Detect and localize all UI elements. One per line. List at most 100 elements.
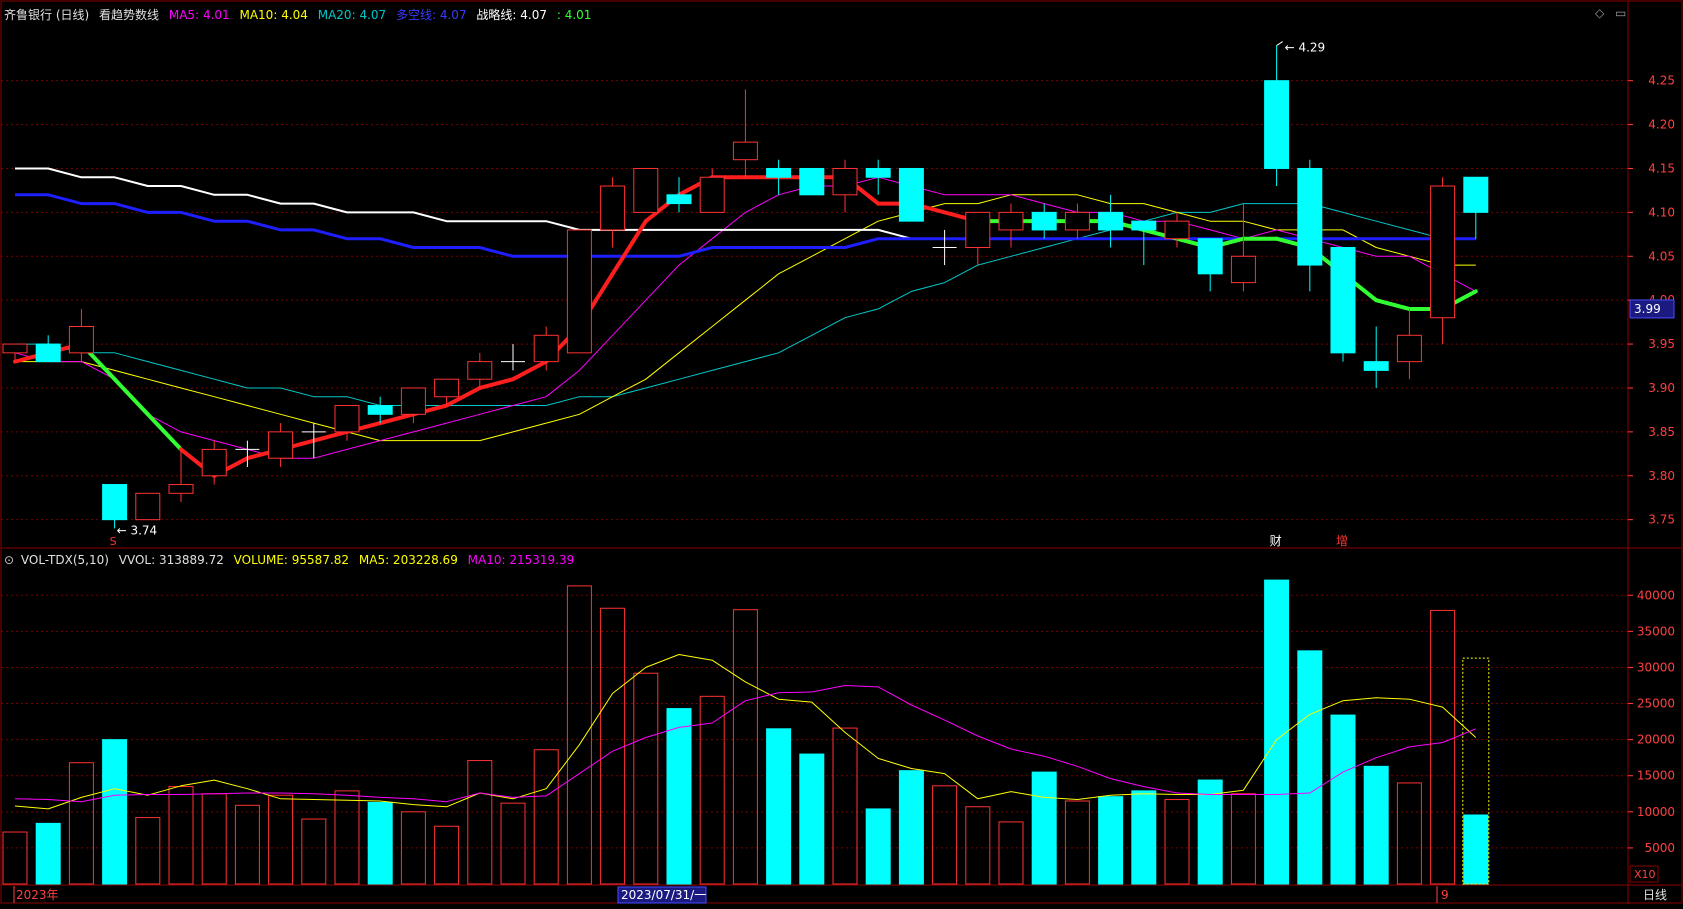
volume-bar[interactable] <box>201 793 227 885</box>
candle[interactable] <box>1363 326 1389 388</box>
kline-chart[interactable]: 4.254.204.154.104.054.003.953.903.853.80… <box>0 0 1683 905</box>
volume-bar[interactable] <box>168 786 194 885</box>
candle[interactable] <box>201 440 227 485</box>
candle[interactable] <box>467 352 493 388</box>
candle[interactable] <box>766 159 792 195</box>
volume-bar[interactable] <box>68 762 94 885</box>
volume-bar[interactable] <box>2 831 28 885</box>
volume-bar[interactable] <box>1064 800 1090 885</box>
volume-bar[interactable] <box>865 808 891 885</box>
candle[interactable] <box>666 177 692 213</box>
volume-bar[interactable] <box>268 794 294 885</box>
volume-bar[interactable] <box>666 708 692 885</box>
volume-bar[interactable] <box>234 804 260 885</box>
volume-bar[interactable] <box>35 822 61 885</box>
candle[interactable] <box>1430 177 1456 345</box>
volume-bar[interactable] <box>799 753 825 885</box>
volume-bar[interactable] <box>732 609 758 885</box>
candle[interactable] <box>1064 203 1090 239</box>
stock-title[interactable]: 齐鲁银行 (日线) <box>4 8 89 22</box>
diamond-icon[interactable]: ◇ <box>1595 6 1604 20</box>
candle[interactable] <box>600 177 626 248</box>
volume-bar[interactable] <box>1430 609 1456 885</box>
candle[interactable] <box>865 159 891 195</box>
volume-bar[interactable] <box>1463 814 1489 885</box>
ma20-line <box>15 203 1476 406</box>
candle[interactable] <box>268 423 294 467</box>
chart-stage[interactable]: 4.254.204.154.104.054.003.953.903.853.80… <box>0 0 1683 905</box>
candle[interactable] <box>135 492 161 521</box>
candle[interactable] <box>998 203 1024 248</box>
volume-bar[interactable] <box>600 607 626 885</box>
candles-layer <box>2 45 1489 529</box>
volume-bar[interactable] <box>766 728 792 885</box>
volume-bar[interactable] <box>998 821 1024 885</box>
grid-layer <box>0 0 1683 904</box>
candle[interactable] <box>35 335 61 363</box>
candle[interactable] <box>566 229 592 354</box>
volume-bar[interactable] <box>500 802 526 885</box>
candle-body <box>1031 211 1057 231</box>
candle[interactable] <box>1230 203 1256 292</box>
candle-body <box>633 167 659 213</box>
volume-bar[interactable] <box>1363 765 1389 885</box>
volume-indicator-name[interactable]: VOL-TDX(5,10) <box>21 553 109 567</box>
volume-bar[interactable] <box>1330 714 1356 885</box>
price-axis-label: 4.05 <box>1648 249 1675 263</box>
marker-cai[interactable]: 财 <box>1270 534 1282 548</box>
volume-bar[interactable] <box>1396 782 1422 885</box>
candle[interactable] <box>832 159 858 213</box>
candle[interactable] <box>1463 176 1489 239</box>
volume-bar[interactable] <box>633 672 659 885</box>
candle[interactable] <box>898 167 924 222</box>
x-axis-year-label: 2023年 <box>16 888 59 902</box>
volume-bar[interactable] <box>832 727 858 885</box>
marker-s[interactable]: S <box>110 535 117 548</box>
volume-bar[interactable] <box>434 825 460 885</box>
candle[interactable] <box>1264 45 1290 187</box>
candle[interactable] <box>1330 246 1356 362</box>
volume-bar[interactable] <box>965 806 991 885</box>
candle[interactable] <box>799 167 825 196</box>
candle[interactable] <box>301 423 326 459</box>
volume-bar[interactable] <box>467 760 493 885</box>
window-icon[interactable]: ▭ <box>1615 6 1626 20</box>
price-axis-label: 4.15 <box>1648 161 1675 175</box>
candle[interactable] <box>732 89 758 178</box>
volume-bar[interactable] <box>135 817 161 885</box>
volume-bar[interactable] <box>898 770 924 885</box>
candle[interactable] <box>1031 203 1057 239</box>
candle[interactable] <box>501 344 525 371</box>
volume-bar[interactable] <box>1131 790 1157 885</box>
volume-bar[interactable] <box>301 818 327 885</box>
marker-zeng[interactable]: 增 <box>1336 534 1348 548</box>
volume-bar[interactable] <box>1297 650 1323 885</box>
candle[interactable] <box>965 211 991 266</box>
volume-bar[interactable] <box>1264 579 1290 885</box>
indicator-name[interactable]: 看趋势数线 <box>99 8 159 22</box>
period-label[interactable]: 日线 <box>1643 888 1667 902</box>
duokong-legend-value: 4.07 <box>439 8 467 22</box>
candle[interactable] <box>1396 308 1422 380</box>
volume-bar[interactable] <box>1197 779 1223 885</box>
volume-bar[interactable] <box>1230 793 1256 885</box>
volume-bar[interactable] <box>367 801 393 885</box>
volume-bar[interactable] <box>932 785 958 885</box>
candle[interactable] <box>699 168 725 213</box>
candle[interactable] <box>1197 238 1223 292</box>
candle[interactable] <box>1297 159 1323 292</box>
volume-bar[interactable] <box>102 739 128 885</box>
ma5-legend: MA5: 4.01 <box>169 8 230 22</box>
volume-axis-label: 35000 <box>1637 624 1675 638</box>
volume-bar[interactable] <box>1031 771 1057 885</box>
candle-body <box>533 334 559 363</box>
volume-menu-icon[interactable]: ⊙ <box>4 553 14 567</box>
candle[interactable] <box>633 167 659 213</box>
candle[interactable] <box>932 229 957 266</box>
candle[interactable] <box>102 484 128 529</box>
volume-bar[interactable] <box>334 790 360 885</box>
volume-bar[interactable] <box>566 585 592 885</box>
candle[interactable] <box>1131 220 1157 266</box>
volume-bar[interactable] <box>1098 796 1124 885</box>
volume-bar[interactable] <box>533 749 559 885</box>
